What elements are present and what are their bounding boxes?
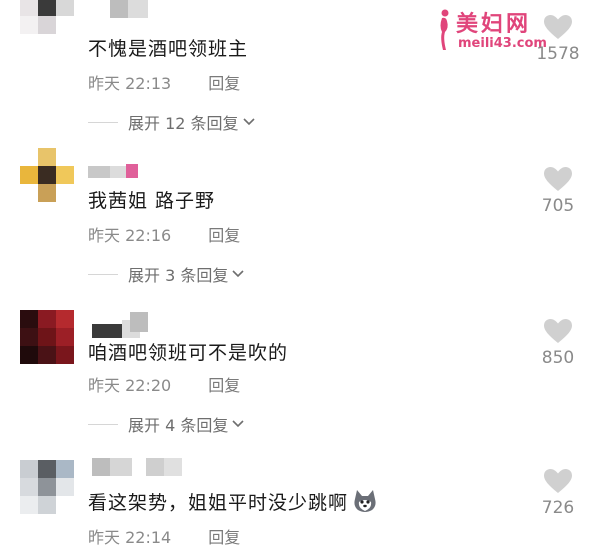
- reply-button[interactable]: 回复: [208, 524, 240, 548]
- comment-text: 不愧是酒吧领班主: [88, 38, 249, 60]
- expand-replies-button[interactable]: 展开 4 条回复: [88, 412, 246, 436]
- chevron-down-icon: [232, 270, 244, 278]
- like-button[interactable]: 726: [528, 468, 588, 518]
- avatar[interactable]: [20, 460, 74, 514]
- avatar[interactable]: [20, 148, 74, 202]
- heart-icon: [544, 469, 572, 493]
- reply-button[interactable]: 回复: [208, 70, 240, 94]
- divider: [88, 121, 118, 123]
- comment-text: 我茜姐 路子野: [88, 190, 216, 212]
- comment-time: 昨天 22:16: [88, 226, 172, 245]
- comment-item: 我茜姐 路子野 昨天 22:16 回复 展开 3 条回复 705: [0, 148, 600, 288]
- like-count: 726: [541, 498, 575, 518]
- avatar[interactable]: [20, 310, 74, 364]
- comment-item: 咱酒吧领班可不是吹的 昨天 22:20 回复 展开 4 条回复 850: [0, 300, 600, 440]
- comment-time: 昨天 22:20: [88, 376, 172, 395]
- husky-dog-emoji-icon: [354, 490, 376, 512]
- like-button[interactable]: 850: [528, 318, 588, 368]
- comment-time: 昨天 22:14: [88, 528, 172, 547]
- heart-icon: [544, 319, 572, 343]
- comment-item: 不愧是酒吧领班主 昨天 22:13 回复 展开 12 条回复 1578: [0, 0, 600, 140]
- avatar[interactable]: [20, 0, 74, 34]
- chevron-down-icon: [232, 420, 244, 428]
- chevron-down-icon: [242, 118, 255, 126]
- comment-text: 咱酒吧领班可不是吹的: [88, 342, 289, 364]
- heart-icon: [544, 167, 572, 191]
- comment-meta: 昨天 22:20 回复: [88, 372, 240, 396]
- like-button[interactable]: 1578: [528, 14, 588, 64]
- comment-text-body: 看这架势，姐姐平时没少跳啊: [88, 492, 349, 514]
- like-button[interactable]: 705: [528, 166, 588, 216]
- expand-replies-button[interactable]: 展开 12 条回复: [88, 110, 257, 134]
- expand-replies-button[interactable]: 展开 3 条回复: [88, 262, 246, 286]
- expand-replies-label: 展开 3 条回复: [128, 266, 229, 285]
- expand-replies-label: 展开 4 条回复: [128, 416, 229, 435]
- reply-button[interactable]: 回复: [208, 372, 240, 396]
- like-count: 850: [541, 348, 575, 368]
- comment-time: 昨天 22:13: [88, 74, 172, 93]
- comment-meta: 昨天 22:13 回复: [88, 70, 240, 94]
- expand-replies-label: 展开 12 条回复: [128, 114, 239, 133]
- comment-meta: 昨天 22:14 回复: [88, 524, 240, 548]
- comment-item: 看这架势，姐姐平时没少跳啊 昨天 22:14 回复 726: [0, 452, 600, 551]
- divider: [88, 423, 118, 425]
- like-count: 1578: [536, 44, 580, 64]
- heart-icon: [544, 15, 572, 39]
- comment-meta: 昨天 22:16 回复: [88, 222, 240, 246]
- reply-button[interactable]: 回复: [208, 222, 240, 246]
- like-count: 705: [541, 196, 575, 216]
- divider: [88, 273, 118, 275]
- comment-text: 看这架势，姐姐平时没少跳啊: [88, 488, 378, 515]
